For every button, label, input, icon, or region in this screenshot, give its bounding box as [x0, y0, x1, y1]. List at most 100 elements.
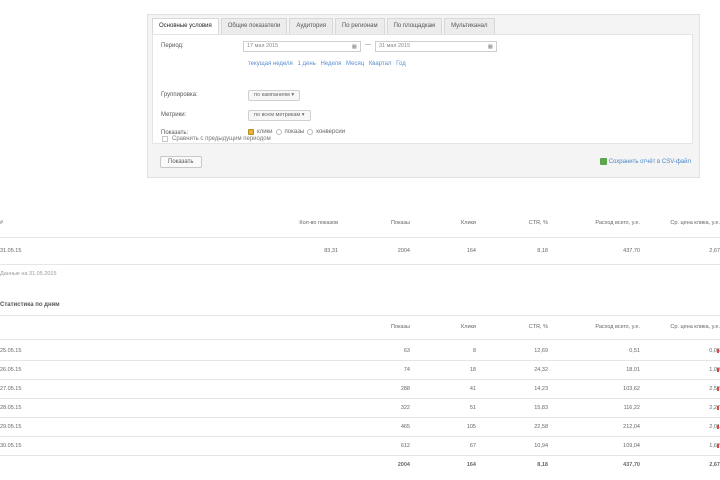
trend-marker	[717, 444, 719, 448]
save-report-label: Сохранить отчёт в CSV-файл	[608, 158, 691, 165]
trend-marker	[717, 406, 719, 410]
column-header[interactable]: Расход всего, у.е.	[595, 214, 640, 232]
divider	[0, 339, 720, 340]
table-row: 25.05.15 63 8 12,69 0,51 0,06	[0, 342, 720, 360]
metrics-label: Метрики:	[161, 112, 187, 118]
radio-impressions[interactable]	[275, 129, 282, 135]
data-note: Данные на 31.05.2015	[0, 271, 57, 277]
quick-range-link[interactable]: текущая неделя	[248, 61, 293, 67]
table-cell: 612	[400, 443, 410, 449]
table-cell: 10,94	[534, 443, 548, 449]
column-header[interactable]: Показы	[391, 214, 410, 232]
table-cell: 105	[466, 424, 476, 430]
report-tabs: Основные условия Общие показатели Аудито…	[152, 18, 497, 34]
column-header[interactable]: Ср. цена клика, у.е.	[670, 318, 720, 336]
compare-checkbox-label: Сравнить с предыдущим периодом	[172, 136, 271, 142]
tab-main-conditions[interactable]: Основные условия	[152, 18, 219, 34]
grouping-label: Группировка:	[161, 92, 198, 98]
divider	[0, 237, 720, 238]
trend-marker	[717, 349, 719, 353]
quick-range-links: текущая неделя 1 день Неделя Месяц Кварт…	[248, 61, 409, 67]
quick-range-link[interactable]: Месяц	[346, 61, 364, 67]
tab-multichannel[interactable]: Мультиканал	[444, 18, 495, 34]
save-report-link[interactable]: Сохранить отчёт в CSV-файл	[599, 158, 691, 165]
column-header[interactable]: Клики	[461, 214, 476, 232]
row-date: 27.05.15	[0, 386, 22, 392]
table-cell: 22,58	[534, 424, 548, 430]
tab-body: Период: 17 мая 2015 ▦ — 31 мая 2015 ▦ те…	[152, 34, 693, 144]
radio-label: конверсии	[316, 129, 346, 135]
period-label: Период:	[161, 43, 184, 49]
total-cell: 2004	[397, 462, 410, 468]
table-cell: 0,51	[629, 348, 640, 354]
table-row: 29.05.15 465 105 22,58 212,04 2,01	[0, 418, 720, 436]
tab-regions[interactable]: По регионам	[334, 18, 385, 34]
table-cell: 67	[469, 443, 476, 449]
column-header[interactable]: Клики	[461, 318, 476, 336]
table-cell: 322	[400, 405, 410, 411]
column-header[interactable]: CTR, %	[529, 318, 548, 336]
column-header[interactable]: Кол-во показов	[299, 214, 338, 232]
divider	[0, 315, 720, 316]
row-date: 29.05.15	[0, 424, 22, 430]
table-cell: 288	[400, 386, 410, 392]
metrics-value: по всем метрикам	[254, 112, 301, 118]
filter-panel: Основные условия Общие показатели Аудито…	[147, 14, 700, 178]
grouping-dropdown[interactable]: по кампаниям ▾	[248, 90, 301, 101]
table-cell: 24,32	[534, 367, 548, 373]
compare-option: Сравнить с предыдущим периодом	[162, 136, 271, 142]
show-button[interactable]: Показать	[160, 156, 202, 168]
grouping-value: по кампаниям	[254, 92, 290, 98]
tab-general-metrics[interactable]: Общие показатели	[220, 18, 288, 34]
quick-range-link[interactable]: Неделя	[320, 61, 341, 67]
table-row: 27.05.15 288 41 14,23 103,62 2,52	[0, 380, 720, 398]
total-cell: 437,70	[623, 462, 640, 468]
table-cell: 12,69	[534, 348, 548, 354]
summary-cell: 83,31	[324, 248, 338, 254]
chevron-down-icon: ▾	[291, 92, 295, 98]
summary-table-header: # Кол-во показов Показы Клики CTR, % Рас…	[0, 214, 720, 232]
table-cell: 15,83	[534, 405, 548, 411]
date-to-input[interactable]: 31 мая 2015 ▦	[375, 41, 497, 52]
calendar-icon[interactable]: ▦	[488, 43, 493, 52]
summary-cell: 8,18	[537, 248, 548, 254]
table-row: 28.05.15 322 51 15,83 116,22 2,27	[0, 399, 720, 417]
summary-row: 31.05.15 83,31 2004 164 8,18 437,70 2,67	[0, 242, 720, 260]
row-date: 26.05.15	[0, 367, 22, 373]
table-cell: 109,04	[623, 443, 640, 449]
table-cell: 51	[469, 405, 476, 411]
date-to-value: 31 мая 2015	[379, 43, 411, 49]
table-cell: 14,23	[534, 386, 548, 392]
column-header[interactable]: Расход всего, у.е.	[595, 318, 640, 336]
summary-cell: 164	[466, 248, 476, 254]
date-from-input[interactable]: 17 мая 2015 ▦	[243, 41, 361, 52]
chevron-down-icon: ▾	[301, 112, 305, 118]
daily-table-header: Показы Клики CTR, % Расход всего, у.е. С…	[0, 318, 720, 336]
tab-audience[interactable]: Аудитория	[289, 18, 333, 34]
radio-label: клики	[257, 129, 273, 135]
section-title: Статистика по дням	[0, 302, 60, 308]
tab-sites[interactable]: По площадкам	[386, 18, 443, 34]
total-cell: 164	[466, 462, 476, 468]
compare-checkbox[interactable]	[162, 136, 168, 142]
quick-range-link[interactable]: Год	[396, 61, 406, 67]
row-date: 28.05.15	[0, 405, 22, 411]
column-header: #	[0, 220, 4, 226]
column-header[interactable]: Ср. цена клика, у.е.	[670, 214, 720, 232]
quick-range-link[interactable]: 1 день	[297, 61, 315, 67]
radio-clicks[interactable]	[248, 129, 254, 135]
table-row: 30.05.15 612 67 10,94 109,04 1,62	[0, 437, 720, 455]
export-icon	[599, 158, 607, 165]
metrics-dropdown[interactable]: по всем метрикам ▾	[248, 110, 311, 121]
radio-conversions[interactable]	[307, 129, 314, 135]
column-header[interactable]: Показы	[391, 318, 410, 336]
table-cell: 116,22	[623, 405, 640, 411]
quick-range-link[interactable]: Квартал	[369, 61, 392, 67]
date-from-value: 17 мая 2015	[247, 43, 279, 49]
table-cell: 103,62	[623, 386, 640, 392]
row-date: 25.05.15	[0, 348, 22, 354]
calendar-icon[interactable]: ▦	[352, 43, 357, 52]
table-cell: 18	[469, 367, 476, 373]
column-header[interactable]: CTR, %	[529, 214, 548, 232]
row-date: 30.05.15	[0, 443, 22, 449]
